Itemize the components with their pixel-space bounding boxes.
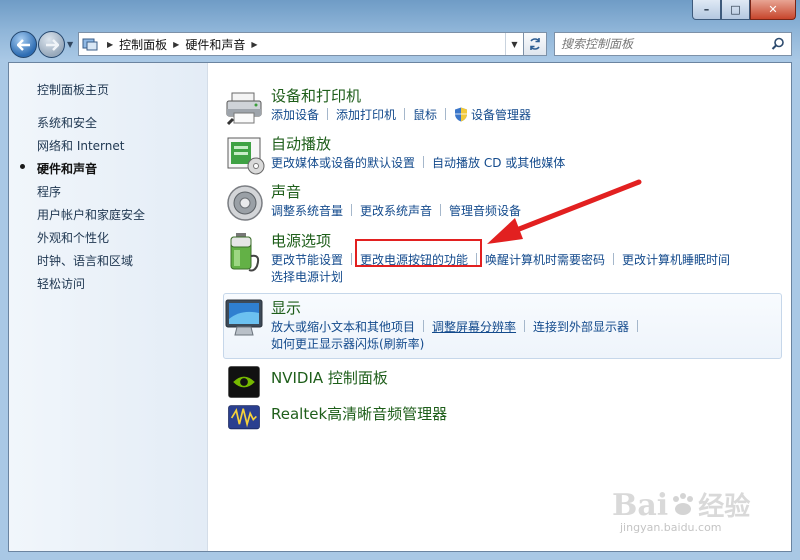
sidebar-item-user-accounts[interactable]: 用户帐户和家庭安全 [37, 206, 145, 223]
sidebar-item-network[interactable]: 网络和 Internet [37, 137, 124, 154]
main-panel: 设备和打印机 添加设备 添加打印机 鼠标 设备管理器 自动播放 更改媒体或设备的默认设… [209, 63, 791, 551]
search-input[interactable] [561, 37, 771, 51]
change-power-saving-link[interactable]: 更改节能设置 [271, 252, 343, 269]
search-icon[interactable] [771, 37, 785, 51]
device-manager-link[interactable]: 设备管理器 [471, 107, 531, 124]
link-separator [351, 204, 353, 216]
back-button[interactable] [10, 31, 37, 58]
manage-audio-devices-link[interactable]: 管理音频设备 [449, 203, 521, 220]
nvidia-icon[interactable] [227, 365, 261, 399]
monitor-icon[interactable] [223, 297, 267, 341]
add-device-link[interactable]: 添加设备 [271, 107, 319, 124]
mouse-link[interactable]: 鼠标 [413, 107, 437, 124]
sidebar: 控制面板主页 系统和安全 网络和 Internet 硬件和声音 程序 用户帐户和… [9, 63, 208, 551]
link-separator [351, 253, 353, 265]
power-options-links: 更改节能设置 更改电源按钮的功能 唤醒计算机时需要密码 更改计算机睡眠时间 选择电源计… [271, 252, 791, 286]
refresh-icon [530, 38, 540, 50]
display-title[interactable]: 显示 [271, 297, 301, 318]
battery-icon[interactable] [223, 230, 267, 274]
change-sleep-time-link[interactable]: 更改计算机睡眠时间 [622, 252, 730, 269]
link-separator [637, 320, 639, 332]
maximize-button[interactable]: □ [721, 0, 750, 20]
speaker-icon[interactable] [223, 181, 267, 225]
annotation-highlight-box [355, 239, 482, 267]
caption-buttons: – □ ✕ [692, 0, 796, 22]
search-box[interactable] [554, 32, 792, 56]
devices-printers-title[interactable]: 设备和打印机 [271, 85, 361, 106]
printer-icon[interactable] [223, 85, 267, 129]
refresh-button[interactable] [523, 32, 547, 56]
breadcrumb-arrow-icon[interactable]: ▶ [167, 40, 185, 49]
add-printer-link[interactable]: 添加打印机 [336, 107, 396, 124]
link-separator [440, 204, 442, 216]
adjust-volume-link[interactable]: 调整系统音量 [271, 203, 343, 220]
sidebar-item-appearance[interactable]: 外观和个性化 [37, 229, 109, 246]
sidebar-item-system-security[interactable]: 系统和安全 [37, 114, 97, 131]
autoplay-cd-link[interactable]: 自动播放 CD 或其他媒体 [432, 155, 565, 172]
watermark-url: jingyan.baidu.com [620, 521, 722, 534]
autoplay-title[interactable]: 自动播放 [271, 133, 331, 154]
realtek-icon[interactable] [227, 401, 261, 435]
change-system-sounds-link[interactable]: 更改系统声音 [360, 203, 432, 220]
link-separator [423, 320, 425, 332]
breadcrumb-arrow-icon[interactable]: ▶ [245, 40, 263, 49]
sound-title[interactable]: 声音 [271, 181, 301, 202]
autoplay-icon[interactable] [223, 133, 267, 177]
change-text-size-link[interactable]: 放大或缩小文本和其他项目 [271, 319, 415, 336]
sidebar-item-hardware-sound[interactable]: 硬件和声音 [37, 160, 97, 177]
realtek-audio-manager-title[interactable]: Realtek高清晰音频管理器 [271, 403, 447, 424]
nvidia-control-panel-title[interactable]: NVIDIA 控制面板 [271, 367, 388, 388]
close-button[interactable]: ✕ [750, 0, 796, 20]
fix-monitor-flicker-link[interactable]: 如何更正显示器闪烁(刷新率) [271, 336, 424, 353]
sound-links: 调整系统音量 更改系统声音 管理音频设备 [271, 203, 791, 220]
require-password-wake-link[interactable]: 唤醒计算机时需要密码 [485, 252, 605, 269]
choose-power-plan-link[interactable]: 选择电源计划 [271, 269, 343, 286]
link-separator [524, 320, 526, 332]
power-options-title[interactable]: 电源选项 [271, 230, 331, 251]
navigation-bar: ▼ ▶ 控制面板 ▶ 硬件和声音 ▶ ▼ [8, 31, 792, 59]
link-separator [445, 108, 447, 120]
watermark: Bai 经验 jingyan.baidu.com [612, 486, 750, 534]
adjust-resolution-link[interactable]: 调整屏幕分辨率 [432, 319, 516, 336]
sidebar-item-ease-of-access[interactable]: 轻松访问 [37, 275, 85, 292]
link-separator [404, 108, 406, 120]
back-arrow-icon [16, 38, 30, 51]
address-dropdown-button[interactable]: ▼ [505, 33, 523, 55]
sidebar-item-clock-region[interactable]: 时钟、语言和区域 [37, 252, 133, 269]
sidebar-item-home[interactable]: 控制面板主页 [37, 81, 109, 98]
control-panel-icon [79, 33, 101, 55]
watermark-brand-suffix: 经验 [698, 492, 751, 522]
breadcrumb-hardware-sound[interactable]: 硬件和声音 [185, 36, 245, 53]
breadcrumb-arrow-icon: ▶ [107, 39, 114, 49]
active-bullet-icon [20, 164, 25, 169]
minimize-button[interactable]: – [692, 0, 721, 20]
display-links: 放大或缩小文本和其他项目 调整屏幕分辨率 连接到外部显示器 如何更正显示器闪烁(刷新… [271, 319, 791, 353]
link-separator [327, 108, 329, 120]
change-default-media-settings-link[interactable]: 更改媒体或设备的默认设置 [271, 155, 415, 172]
breadcrumb-control-panel[interactable]: 控制面板 [119, 36, 167, 53]
recent-pages-dropdown[interactable]: ▼ [67, 40, 73, 49]
autoplay-links: 更改媒体或设备的默认设置 自动播放 CD 或其他媒体 [271, 155, 791, 172]
paw-logo-icon [673, 493, 694, 515]
connect-external-display-link[interactable]: 连接到外部显示器 [533, 319, 629, 336]
uac-shield-icon [455, 107, 468, 122]
link-separator [613, 253, 615, 265]
forward-button[interactable] [38, 31, 65, 58]
devices-printers-links: 添加设备 添加打印机 鼠标 设备管理器 [271, 107, 791, 124]
sidebar-item-programs[interactable]: 程序 [37, 183, 61, 200]
link-separator [423, 156, 425, 168]
forward-arrow-icon [45, 38, 59, 51]
content-area: 控制面板主页 系统和安全 网络和 Internet 硬件和声音 程序 用户帐户和… [8, 62, 792, 552]
watermark-brand: Bai [612, 488, 669, 523]
address-bar[interactable]: ▶ 控制面板 ▶ 硬件和声音 ▶ ▼ [78, 32, 524, 56]
